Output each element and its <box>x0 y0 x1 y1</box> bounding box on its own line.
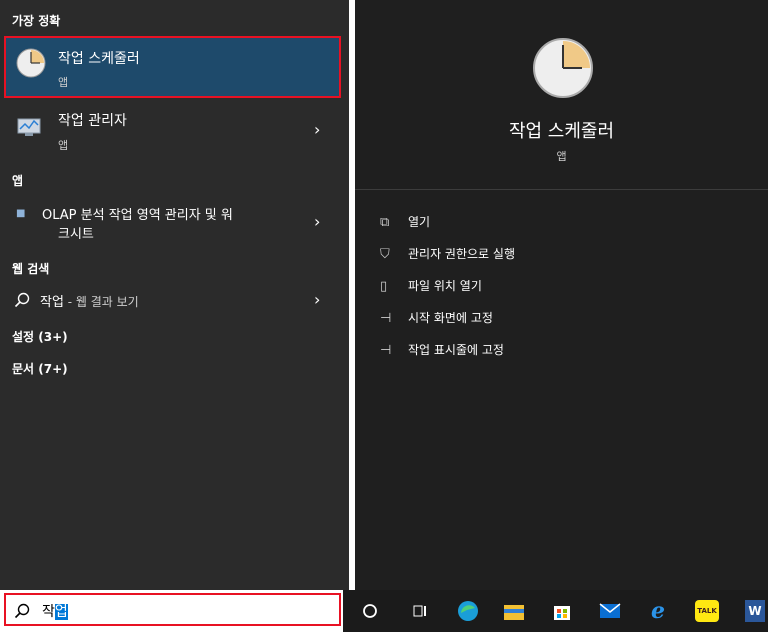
pin-icon: ⊣ <box>380 343 392 358</box>
web-suffix: - 웹 결과 보기 <box>63 295 139 309</box>
web-query: 작업 <box>40 295 64 310</box>
cortana-icon[interactable] <box>359 600 381 622</box>
mail-icon[interactable] <box>599 600 621 622</box>
taskbar: e TALK W <box>343 590 768 632</box>
search-results-panel: 가장 정확 작업 스케줄러 앱 작업 관리자 앱 › 앱 ■ OLAP 분석 작… <box>0 0 349 590</box>
best-match-title: 작업 스케줄러 <box>58 51 140 67</box>
preview-subtitle: 앱 <box>556 150 567 163</box>
task-view-icon[interactable] <box>409 600 431 622</box>
documents-header[interactable]: 문서 (7+) <box>12 360 68 377</box>
result-web-search[interactable]: 작업 - 웹 결과 보기 › <box>0 286 349 314</box>
chevron-right-icon[interactable]: › <box>314 120 320 139</box>
file-explorer-icon[interactable] <box>503 600 525 622</box>
store-icon[interactable] <box>551 600 573 622</box>
action-run-as-admin[interactable]: ⛉ 관리자 권한으로 실행 <box>380 245 515 262</box>
preview-title: 작업 스케줄러 <box>508 121 615 142</box>
search-icon <box>14 603 30 619</box>
action-pin-taskbar[interactable]: ⊣ 작업 표시줄에 고정 <box>380 341 504 358</box>
divider <box>355 189 768 190</box>
apps-header: 앱 <box>12 174 24 188</box>
ie-icon[interactable]: e <box>647 598 669 624</box>
kakaotalk-icon[interactable]: TALK <box>695 600 719 622</box>
chevron-right-icon[interactable]: › <box>314 290 320 309</box>
search-text: 작 <box>42 604 55 620</box>
open-icon: ⧉ <box>380 215 390 230</box>
result-task-manager[interactable]: 작업 관리자 앱 › <box>0 104 349 160</box>
best-match-task-scheduler[interactable]: 작업 스케줄러 앱 <box>4 36 341 98</box>
pin-icon: ⊣ <box>380 311 392 326</box>
olap-icon: ■ <box>16 208 26 219</box>
web-search-header: 웹 검색 <box>12 262 50 276</box>
clock-icon <box>16 48 46 78</box>
search-input[interactable]: 작업 <box>4 593 341 626</box>
task-manager-title: 작업 관리자 <box>58 113 127 129</box>
best-match-header: 가장 정확 <box>12 14 61 28</box>
file-location-icon: ▯ <box>380 279 388 294</box>
search-icon <box>14 292 30 308</box>
chevron-right-icon[interactable]: › <box>314 212 320 231</box>
task-manager-subtitle: 앱 <box>58 139 69 152</box>
clock-large-icon <box>533 38 593 98</box>
admin-shield-icon: ⛉ <box>380 247 390 262</box>
action-pin-start[interactable]: ⊣ 시작 화면에 고정 <box>380 309 493 326</box>
action-open-file-location[interactable]: ▯ 파일 위치 열기 <box>380 277 482 294</box>
result-olap-workspace[interactable]: ■ OLAP 분석 작업 영역 관리자 및 워 크시트 › <box>0 200 349 244</box>
task-manager-icon <box>17 118 41 136</box>
best-match-subtitle: 앱 <box>58 76 69 89</box>
edge-icon[interactable] <box>457 600 479 622</box>
settings-header[interactable]: 설정 (3+) <box>12 328 68 345</box>
olap-title-line1: OLAP 분석 작업 영역 관리자 및 워 <box>42 208 233 223</box>
action-open[interactable]: ⧉ 열기 <box>380 213 430 230</box>
olap-title-line2: 크시트 <box>58 227 94 242</box>
word-icon[interactable]: W <box>745 600 765 622</box>
search-text-selected: 업 <box>54 604 68 620</box>
